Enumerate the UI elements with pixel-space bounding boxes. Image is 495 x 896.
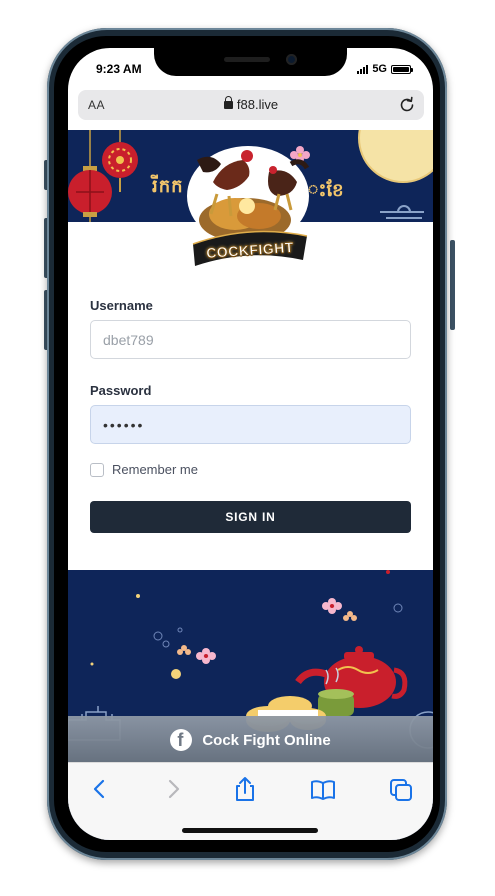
facebook-banner[interactable]: f Cock Fight Online [68, 716, 433, 762]
url-text: f88.live [236, 97, 279, 112]
home-indicator[interactable] [182, 828, 318, 833]
address-bar[interactable]: AA f88.live [78, 90, 424, 120]
status-indicators: 5G [357, 63, 413, 75]
username-label: Username [90, 298, 153, 313]
facebook-icon: f [170, 729, 193, 751]
tabs-icon[interactable] [386, 775, 416, 803]
earpiece-speaker [224, 57, 270, 62]
front-camera [286, 54, 297, 65]
bookmarks-icon[interactable] [308, 775, 338, 803]
facebook-banner-content: f Cock Fight Online [68, 729, 433, 751]
password-label: Password [90, 383, 152, 398]
remember-me-checkbox[interactable] [90, 462, 104, 477]
lock-icon [223, 96, 233, 109]
network-type: 5G [372, 63, 387, 75]
facebook-banner-label: Cock Fight Online [202, 731, 331, 749]
remember-me-label: Remember me [112, 462, 198, 477]
share-icon[interactable] [230, 775, 260, 803]
status-time: 9:23 AM [96, 62, 142, 76]
device-mockup: 9:23 AM 5G AA f88.live រីកក ះខែ COCKFIGH… [0, 0, 495, 896]
cockfight-logo[interactable]: COCKFIGHT [173, 142, 323, 272]
notch [154, 48, 347, 76]
sign-in-button[interactable]: SIGN IN [90, 501, 411, 533]
username-input[interactable] [90, 320, 411, 359]
reload-icon[interactable] [398, 96, 416, 114]
signal-icon [357, 64, 369, 74]
back-icon[interactable] [86, 775, 116, 803]
url-field[interactable]: f88.live [78, 96, 424, 112]
forward-icon[interactable] [158, 775, 188, 803]
web-page: រីកក ះខែ COCKFIGHT Username dbet789 Pass… [68, 130, 433, 840]
phone-screen: 9:23 AM 5G AA f88.live រីកក ះខែ COCKFIGH… [68, 48, 433, 840]
login-form: Username Password Remember me SIGN IN [90, 298, 411, 533]
power-button [450, 240, 455, 330]
battery-level [393, 66, 409, 72]
remember-me-row[interactable]: Remember me [90, 462, 411, 477]
password-input[interactable] [90, 405, 411, 444]
battery-icon [391, 64, 413, 74]
